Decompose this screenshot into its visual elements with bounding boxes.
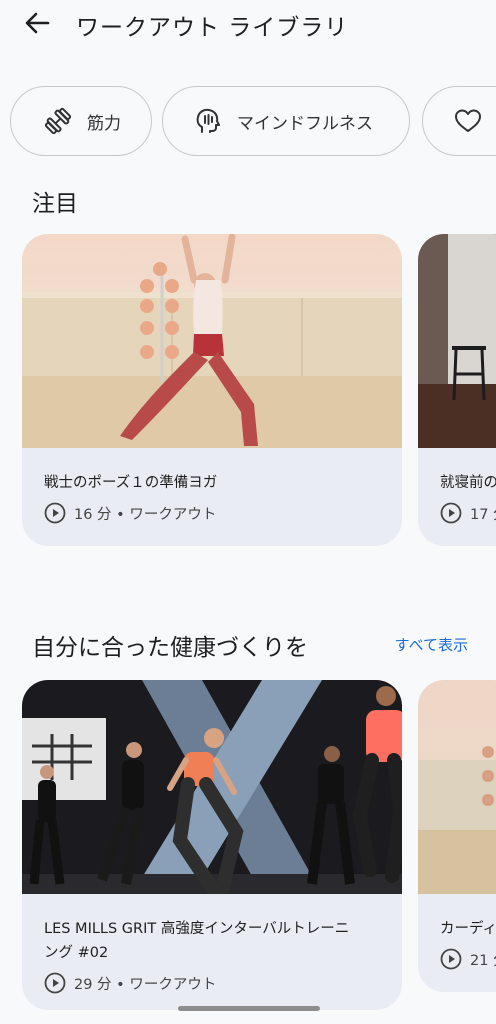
- arrow-back-icon: [25, 12, 50, 34]
- cardio-thumbnail: [418, 680, 496, 894]
- featured-section-title: 注目: [32, 191, 78, 217]
- card-meta: 16 分 • ワークアウト: [44, 502, 216, 524]
- play-icon: [44, 502, 66, 524]
- category-chips: 筋力 マインドフルネス: [0, 86, 496, 160]
- workout-card[interactable]: カーディ 21 分: [418, 680, 496, 992]
- workout-card[interactable]: LES MILLS GRIT 高強度インターバルトレーニ ング #02 29 分…: [22, 680, 402, 1010]
- home-indicator[interactable]: [178, 1006, 320, 1011]
- card-title-line2: ング #02: [44, 945, 109, 961]
- card-title-line1: LES MILLS GRIT 高強度インターバルトレーニ: [44, 921, 350, 937]
- chip-heart[interactable]: [422, 86, 496, 156]
- back-button[interactable]: [22, 9, 54, 37]
- card-title: 戦士のポーズ１の準備ヨガ: [44, 475, 218, 491]
- see-all-link[interactable]: すべて表示: [395, 634, 468, 655]
- workout-card[interactable]: 戦士のポーズ１の準備ヨガ 16 分 • ワークアウト: [22, 234, 402, 546]
- page-title: ワークアウト ライブラリ: [76, 15, 349, 41]
- chip-label: 筋力: [87, 113, 121, 134]
- yoga-thumbnail: [22, 234, 402, 448]
- workout-card[interactable]: 就寝前の 17 分: [418, 234, 496, 546]
- card-meta: 21 分: [440, 948, 496, 970]
- heart-icon: [453, 106, 483, 136]
- chip-mindfulness[interactable]: マインドフルネス: [162, 86, 410, 156]
- card-meta-text: 16 分 • ワークアウト: [74, 506, 217, 523]
- grit-thumbnail: [22, 680, 402, 897]
- top-app-bar: ワークアウト ライブラリ: [0, 0, 496, 50]
- chip-label: マインドフルネス: [237, 113, 373, 134]
- card-meta: 17 分: [440, 502, 496, 524]
- card-meta-text: 21 分: [470, 952, 496, 969]
- card-title: 就寝前の: [440, 475, 496, 491]
- mind-head-icon: [193, 106, 223, 136]
- chip-strength[interactable]: 筋力: [10, 86, 152, 156]
- play-icon: [440, 948, 462, 970]
- play-icon: [44, 972, 66, 994]
- dumbbell-icon: [43, 106, 73, 136]
- play-icon: [440, 502, 462, 524]
- sleep-workout-thumbnail: [418, 234, 496, 448]
- card-meta-text: 29 分 • ワークアウト: [74, 976, 217, 993]
- card-meta-text: 17 分: [470, 506, 496, 523]
- card-meta: 29 分 • ワークアウト: [44, 972, 216, 994]
- health-section-title: 自分に合った健康づくりを: [32, 635, 308, 661]
- card-title: カーディ: [440, 921, 496, 937]
